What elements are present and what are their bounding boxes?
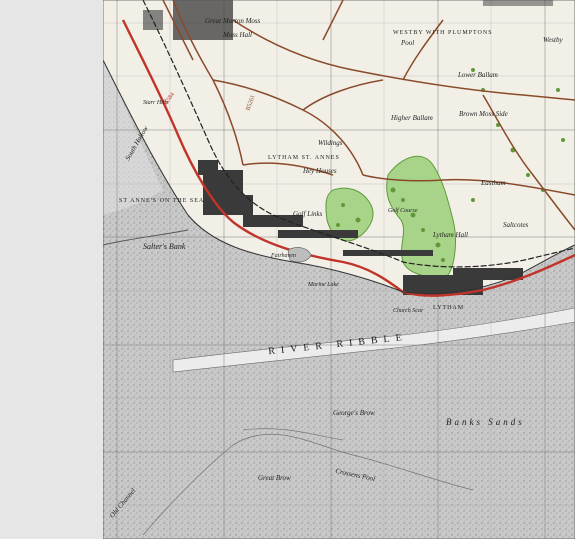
water-label-georges-brow: George's Brow	[333, 409, 375, 417]
place-label-great-marton-moss: Great Marton Moss	[205, 17, 261, 25]
place-label-westby: Westby	[543, 36, 563, 44]
place-label-golf-links: Golf Links	[293, 210, 323, 218]
place-label-church-scar: Church Scar	[393, 308, 424, 314]
water-label-banks-sands: Banks Sands	[446, 417, 525, 427]
place-label-moss-hall: Moss Hall	[223, 31, 252, 39]
place-label-pool: Pool	[401, 39, 415, 47]
place-label-st-annes-on-the-sea: ST ANNE'S ON THE SEA	[119, 198, 205, 204]
place-label-saltcotes: Saltcotes	[503, 221, 529, 229]
place-label-marine-lake: Marine Lake	[308, 282, 339, 288]
place-label-eastham: Eastham	[481, 179, 506, 187]
place-label-westby-with-plumptons: WESTBY WITH PLUMPTONS	[393, 30, 493, 36]
place-label-lytham: LYTHAM	[433, 305, 465, 311]
map-viewport: Great Marton Moss Moss Hall WESTBY WITH …	[0, 0, 575, 539]
place-label-lytham-hall: Lytham Hall	[433, 231, 468, 239]
map-graphic	[103, 0, 575, 539]
map-tile[interactable]: Great Marton Moss Moss Hall WESTBY WITH …	[103, 0, 575, 539]
place-label-brown-moss-side: Brown Moss Side	[459, 110, 508, 118]
place-label-hey-houses: Hey Houses	[303, 167, 337, 175]
place-label-lower-ballam: Lower Ballam	[458, 71, 498, 79]
place-label-golf-course: Golf Course	[388, 208, 418, 214]
place-label-wildings: Wildings	[318, 139, 343, 147]
place-label-lytham-st-annes: LYTHAM ST. ANNES	[268, 155, 340, 161]
place-label-higher-ballam: Higher Ballam	[391, 114, 433, 122]
water-label-salters-bank: Salter's Bank	[143, 242, 186, 251]
water-label-great-brow: Great Brow	[258, 474, 291, 482]
place-label-fairhaven: Fairhaven	[271, 253, 296, 259]
